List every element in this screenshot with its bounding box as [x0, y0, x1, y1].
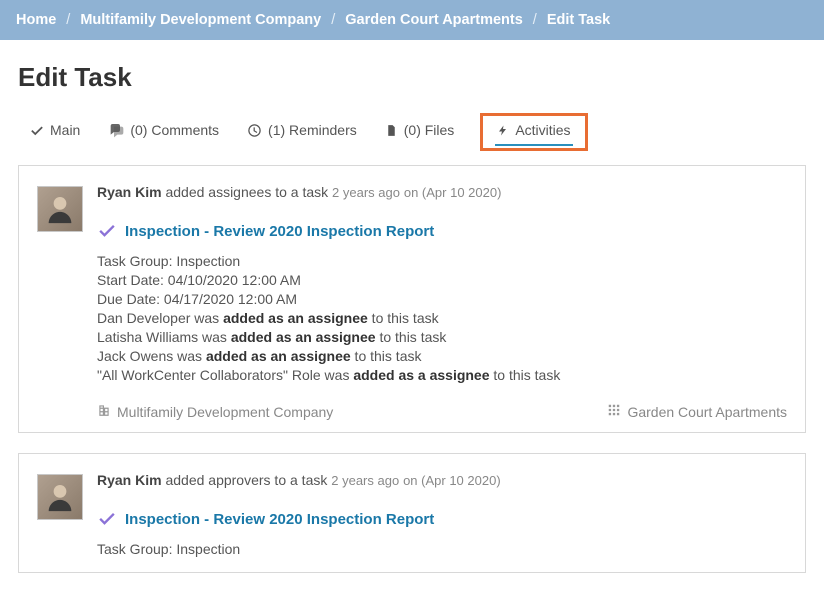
task-title-row: Inspection - Review 2020 Inspection Repo…	[97, 508, 787, 531]
activity-actor: Ryan Kim	[97, 184, 162, 200]
footer-project-link[interactable]: Garden Court Apartments	[607, 403, 787, 420]
lightning-icon	[497, 123, 509, 138]
task-link[interactable]: Inspection - Review 2020 Inspection Repo…	[125, 223, 434, 240]
task-group: Task Group: Inspection	[97, 253, 787, 269]
activity-abstime: on (Apr 10 2020)	[404, 185, 502, 200]
breadcrumb: Home / Multifamily Development Company /…	[0, 0, 824, 40]
breadcrumb-sep: /	[66, 12, 70, 28]
change-line: "All WorkCenter Collaborators" Role was …	[97, 367, 787, 383]
task-due-date: Due Date: 04/17/2020 12:00 AM	[97, 291, 787, 307]
tab-label: Main	[50, 122, 80, 138]
page-title: Edit Task	[0, 40, 824, 103]
file-icon	[385, 123, 398, 138]
task-group: Task Group: Inspection	[97, 541, 787, 557]
activity-actor: Ryan Kim	[97, 472, 162, 488]
tab-activities-highlight: Activities	[480, 113, 587, 151]
breadcrumb-project[interactable]: Garden Court Apartments	[345, 12, 523, 28]
tab-label: Activities	[515, 122, 570, 138]
footer-company-link[interactable]: Multifamily Development Company	[97, 403, 333, 420]
activity-item: Ryan Kim added assignees to a task 2 yea…	[18, 165, 806, 433]
task-title-row: Inspection - Review 2020 Inspection Repo…	[97, 220, 787, 243]
activity-reltime: 2 years ago	[331, 473, 399, 488]
activity-verb: added assignees to a task	[165, 184, 328, 200]
tab-files[interactable]: (0) Files	[383, 116, 457, 148]
breadcrumb-sep: /	[331, 12, 335, 28]
activity-summary: Ryan Kim added approvers to a task 2 yea…	[97, 472, 787, 488]
clock-icon	[247, 123, 262, 138]
activity-item: Ryan Kim added approvers to a task 2 yea…	[18, 453, 806, 573]
task-check-icon	[97, 220, 117, 243]
breadcrumb-home[interactable]: Home	[16, 12, 56, 28]
tab-activities[interactable]: Activities	[495, 122, 572, 146]
change-line: Latisha Williams was added as an assigne…	[97, 329, 787, 345]
avatar	[37, 474, 83, 520]
task-check-icon	[97, 508, 117, 531]
grid-icon	[607, 403, 621, 420]
change-line: Dan Developer was added as an assignee t…	[97, 310, 787, 326]
breadcrumb-company[interactable]: Multifamily Development Company	[80, 12, 321, 28]
activity-verb: added approvers to a task	[165, 472, 327, 488]
activity-reltime: 2 years ago	[332, 185, 400, 200]
avatar	[37, 186, 83, 232]
breadcrumb-sep: /	[533, 12, 537, 28]
activity-summary: Ryan Kim added assignees to a task 2 yea…	[97, 184, 787, 200]
building-icon	[97, 403, 111, 420]
breadcrumb-current: Edit Task	[547, 12, 610, 28]
tab-main[interactable]: Main	[28, 116, 82, 148]
tab-label: (1) Reminders	[268, 122, 357, 138]
footer-company-label: Multifamily Development Company	[117, 404, 333, 420]
tab-bar: Main (0) Comments (1) Reminders (0) File…	[0, 103, 824, 151]
tab-reminders[interactable]: (1) Reminders	[245, 116, 359, 148]
tab-label: (0) Files	[404, 122, 455, 138]
task-link[interactable]: Inspection - Review 2020 Inspection Repo…	[125, 511, 434, 528]
change-line: Jack Owens was added as an assignee to t…	[97, 348, 787, 364]
task-start-date: Start Date: 04/10/2020 12:00 AM	[97, 272, 787, 288]
tab-comments[interactable]: (0) Comments	[106, 116, 221, 148]
footer-project-label: Garden Court Apartments	[627, 404, 787, 420]
activity-abstime: on (Apr 10 2020)	[403, 473, 501, 488]
tab-label: (0) Comments	[130, 122, 219, 138]
check-icon	[30, 123, 44, 137]
comments-icon	[108, 122, 124, 138]
